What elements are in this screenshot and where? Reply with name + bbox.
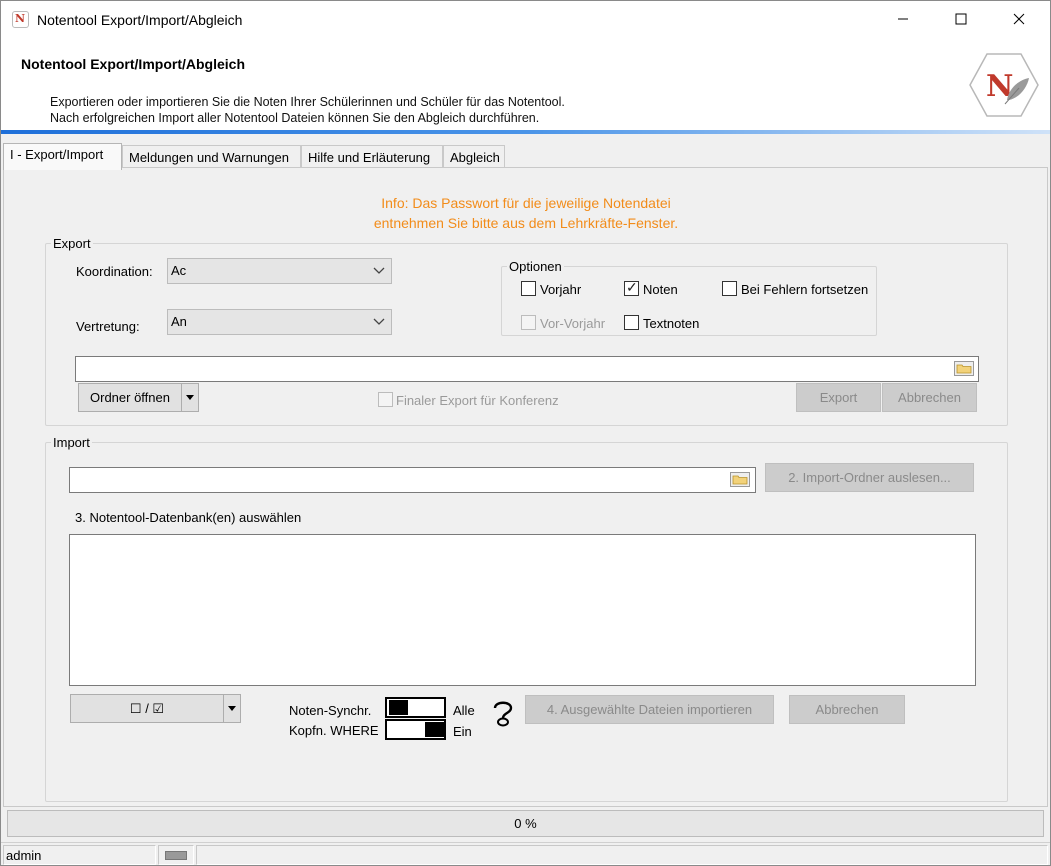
bei-fehlern-fortsetzen-checkbox[interactable] [722,281,737,296]
toggle-knob [425,722,444,737]
koordination-select[interactable]: Ac [167,258,392,284]
status-keyboard-cell [158,845,194,865]
header-description-line1: Exportieren oder importieren Sie die Not… [50,95,565,109]
kopfn-where-toggle[interactable] [385,719,446,740]
export-cancel-button[interactable]: Abbrechen [882,383,977,412]
keyboard-icon [165,851,187,860]
import-cancel-button[interactable]: Abbrechen [789,695,905,724]
triangle-down-icon [228,706,236,711]
header-description-line2: Nach erfolgreichen Import aller Notentoo… [50,111,540,125]
folder-icon[interactable] [954,361,974,376]
select-all-toggle-button[interactable]: ☐ / ☑ [70,694,224,723]
help-icon[interactable] [489,698,517,731]
vorjahr-checkbox[interactable] [521,281,536,296]
notentool-logo-icon: N [969,53,1039,117]
tab-export-import[interactable]: I - Export/Import [3,143,122,170]
tab-abgleich[interactable]: Abgleich [443,145,505,169]
progress-bar: 0 % [7,810,1044,837]
export-button[interactable]: Export [796,383,881,412]
toggle-knob [389,700,408,715]
minimize-icon [898,18,908,20]
close-icon [1013,13,1025,25]
maximize-button[interactable] [932,1,990,40]
progress-value: 0 % [514,816,537,831]
page-title: Notentool Export/Import/Abgleich [21,56,245,72]
noten-label: Noten [643,282,678,297]
password-info: Info: Das Passwort für die jeweilige Not… [301,193,751,233]
status-bar: admin [1,842,1050,865]
dialog-header: Notentool Export/Import/Abgleich Exporti… [1,40,1050,132]
import-selected-button[interactable]: 4. Ausgewählte Dateien importieren [525,695,774,724]
datenbank-list[interactable] [69,534,976,686]
optionen-group-label: Optionen [507,259,564,274]
app-logo-icon: N [12,11,29,28]
koordination-value: Ac [171,263,187,278]
maximize-icon [955,13,967,25]
kopfn-where-label: Kopfn. WHERE [289,723,379,738]
vor-vorjahr-checkbox[interactable] [521,315,536,330]
header-description: Exportieren oder importieren Sie die Not… [50,94,565,126]
title-bar: N Notentool Export/Import/Abgleich [1,1,1050,40]
select-all-dropdown-button[interactable] [223,694,241,723]
triangle-down-icon [186,395,194,400]
status-user: admin [6,848,42,863]
vor-vorjahr-label: Vor-Vorjahr [540,316,606,331]
finaler-export-label: Finaler Export für Konferenz [396,393,559,408]
password-info-line2: entnehmen Sie bitte aus dem Lehrkräfte-F… [373,215,679,231]
vertretung-value: An [171,314,187,329]
noten-checkbox[interactable] [624,279,639,296]
header-accent-line [1,130,1050,134]
close-button[interactable] [990,1,1048,40]
minimize-button[interactable] [874,1,932,40]
chevron-down-icon [373,310,385,342]
textnoten-label: Textnoten [643,316,700,331]
kopfn-where-value: Ein [453,724,472,739]
datenbank-auswaehlen-label: 3. Notentool-Datenbank(en) auswählen [75,510,302,525]
bei-fehlern-fortsetzen-label: Bei Fehlern fortsetzen [741,282,869,297]
noten-synchr-label: Noten-Synchr. [289,703,372,718]
ordner-oeffnen-dropdown-button[interactable] [181,383,199,412]
tab-meldungen-warnungen[interactable]: Meldungen und Warnungen [122,145,301,169]
chevron-down-icon [373,259,385,291]
vertretung-select[interactable]: An [167,309,392,335]
status-user-cell: admin [3,845,156,865]
import-ordner-auslesen-button[interactable]: 2. Import-Ordner auslesen... [765,463,974,492]
app-window: N Notentool Export/Import/Abgleich Noten… [0,0,1051,866]
vorjahr-label: Vorjahr [540,282,582,297]
tab-hilfe-erlaeuterung[interactable]: Hilfe und Erläuterung [301,145,443,169]
password-info-line1: Info: Das Passwort für die jeweilige Not… [381,195,671,211]
vertretung-label: Vertretung: [76,319,140,334]
folder-icon[interactable] [730,472,750,487]
export-group-label: Export [51,236,93,251]
textnoten-checkbox[interactable] [624,315,639,330]
status-message-cell [196,845,1048,865]
finaler-export-checkbox[interactable] [378,392,393,407]
import-group-label: Import [51,435,92,450]
noten-synchr-value: Alle [453,703,475,718]
koordination-label: Koordination: [76,264,153,279]
noten-synchr-toggle[interactable] [385,697,446,718]
ordner-oeffnen-button[interactable]: Ordner öffnen [78,383,182,412]
export-path-input[interactable] [75,356,979,382]
import-path-input[interactable] [69,467,756,493]
window-title: Notentool Export/Import/Abgleich [37,12,243,28]
